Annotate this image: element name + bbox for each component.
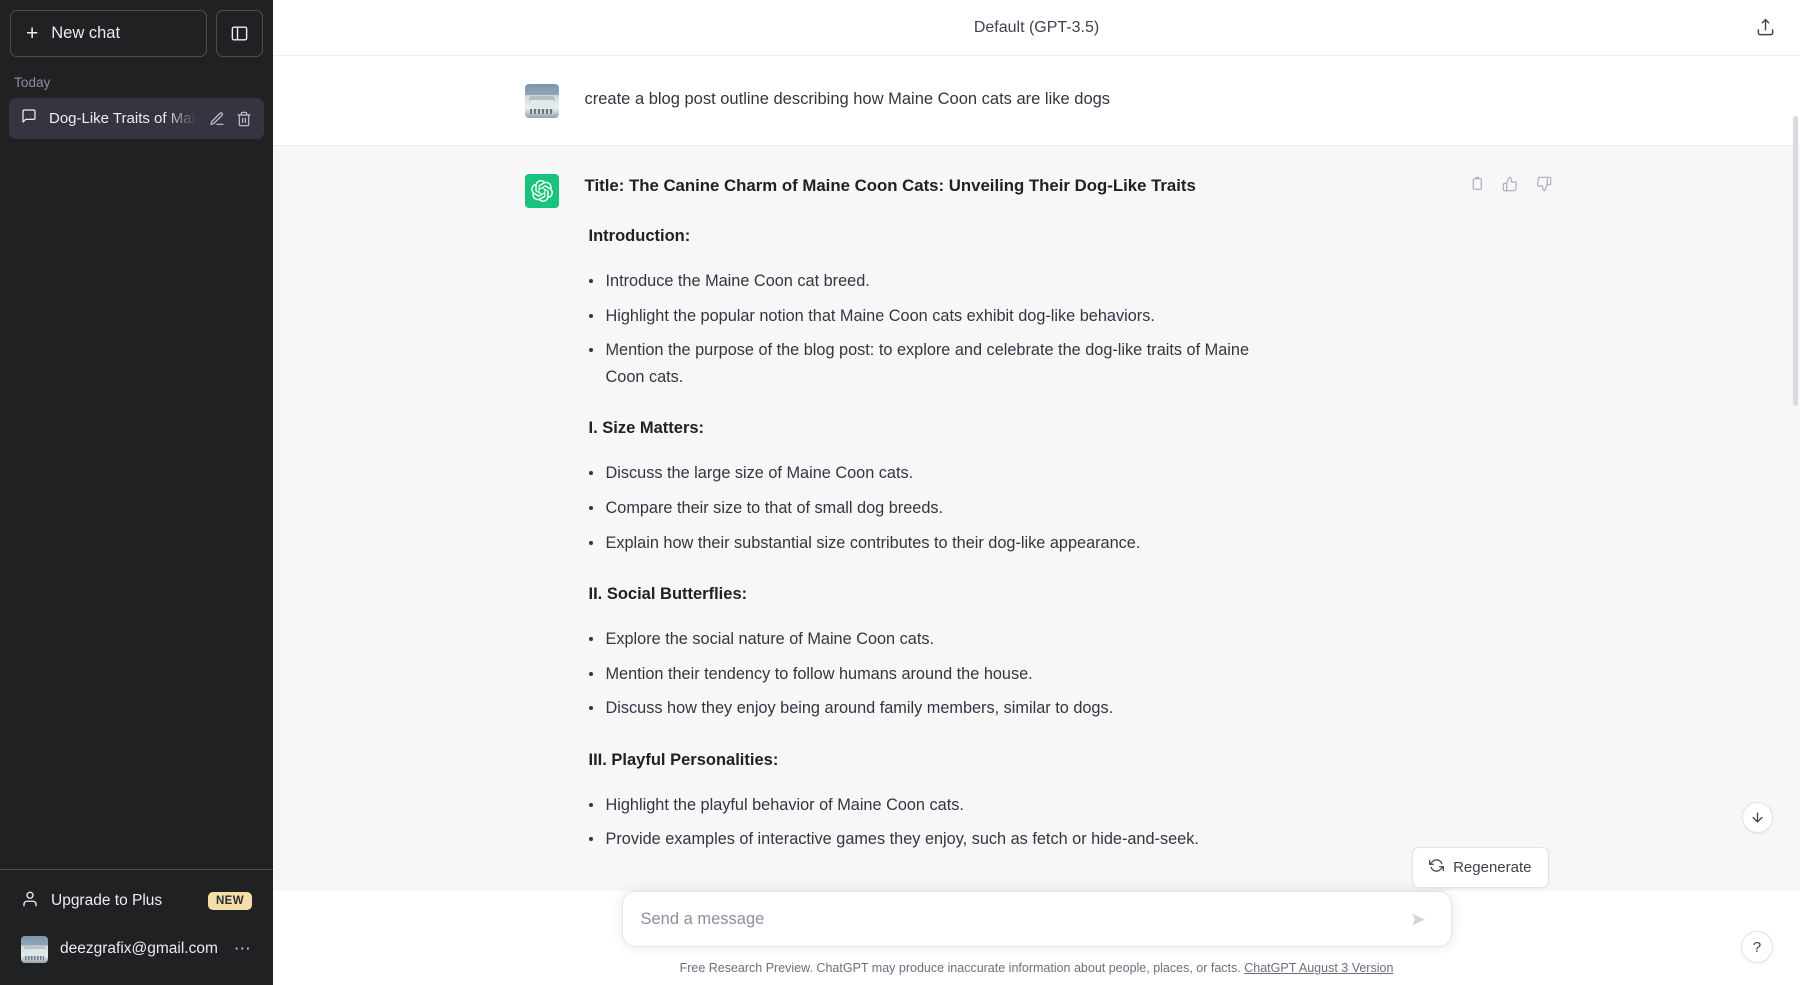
sidebar-spacer (0, 139, 273, 869)
user-message-text: create a blog post outline describing ho… (585, 83, 1549, 113)
chatgpt-logo-icon (525, 174, 559, 208)
composer-area: Regenerate Free Research Preview. ChatGP… (273, 891, 1800, 985)
disclaimer-text: Free Research Preview. ChatGPT may produ… (680, 961, 1241, 975)
assistant-message-actions (1463, 171, 1557, 197)
pencil-icon[interactable] (209, 111, 225, 127)
sidebar: + New chat Today Dog-Like Traits of Main (0, 0, 273, 985)
regenerate-label: Regenerate (1453, 859, 1531, 876)
list-item: Discuss how they enjoy being around fami… (585, 695, 1285, 722)
conversation-thread[interactable]: create a blog post outline describing ho… (273, 56, 1800, 891)
sidebar-top-actions: + New chat (0, 0, 273, 57)
plus-icon: + (26, 23, 38, 44)
trash-icon[interactable] (236, 111, 252, 127)
list-item: Highlight the playful behavior of Maine … (585, 792, 1285, 819)
arrow-down-icon[interactable] (1742, 802, 1773, 833)
chat-history-item[interactable]: Dog-Like Traits of Main (9, 98, 264, 139)
avatar (525, 84, 559, 118)
model-selector-title[interactable]: Default (GPT-3.5) (974, 19, 1099, 37)
help-button[interactable]: ? (1741, 931, 1773, 963)
send-arrow-icon[interactable] (1403, 903, 1435, 935)
top-bar: Default (GPT-3.5) (273, 0, 1800, 56)
copy-icon[interactable] (1463, 171, 1489, 197)
list-item: Mention their tendency to follow humans … (585, 661, 1285, 688)
chatgpt-app: + New chat Today Dog-Like Traits of Main (0, 0, 1800, 985)
ellipsis-icon[interactable]: ⋯ (234, 939, 252, 959)
section-heading: II. Social Butterflies: (585, 585, 1549, 604)
search-input[interactable] (641, 892, 1403, 946)
thumbs-down-icon[interactable] (1531, 171, 1557, 197)
section-heading: III. Playful Personalities: (585, 751, 1549, 770)
avatar (21, 936, 48, 963)
composer-center (273, 891, 1800, 947)
list-item: Explain how their substantial size contr… (585, 530, 1285, 557)
regenerate-button[interactable]: Regenerate (1412, 847, 1548, 888)
account-email: deezgrafix@gmail.com (60, 940, 218, 958)
chat-history-list: Dog-Like Traits of Main (0, 98, 273, 139)
list-item: Mention the purpose of the blog post: to… (585, 337, 1285, 390)
user-message: create a blog post outline describing ho… (273, 56, 1800, 145)
upgrade-to-plus-button[interactable]: Upgrade to Plus NEW (9, 877, 264, 925)
list-item: Compare their size to that of small dog … (585, 495, 1285, 522)
sidebar-section-label: Today (0, 57, 273, 98)
version-link[interactable]: ChatGPT August 3 Version (1244, 961, 1393, 975)
list-item: Explore the social nature of Maine Coon … (585, 626, 1285, 653)
upgrade-label: Upgrade to Plus (51, 892, 162, 910)
footer-disclaimer: Free Research Preview. ChatGPT may produ… (273, 947, 1800, 975)
new-chat-button[interactable]: + New chat (10, 10, 207, 57)
assistant-message-body: Title: The Canine Charm of Maine Coon Ca… (585, 173, 1549, 861)
thread-scrollbar[interactable] (1793, 116, 1798, 406)
new-badge: NEW (208, 892, 252, 910)
assistant-message: Title: The Canine Charm of Maine Coon Ca… (273, 145, 1800, 889)
assistant-title: Title: The Canine Charm of Maine Coon Ca… (585, 173, 1549, 198)
list-item: Discuss the large size of Maine Coon cat… (585, 460, 1285, 487)
section-bullet-list: Discuss the large size of Maine Coon cat… (585, 460, 1549, 556)
refresh-icon (1429, 858, 1444, 877)
person-icon (21, 890, 39, 913)
chat-history-item-title: Dog-Like Traits of Main (49, 110, 197, 127)
sidebar-toggle-icon[interactable] (216, 10, 263, 57)
section-bullet-list: Highlight the playful behavior of Maine … (585, 792, 1549, 853)
message-input-box[interactable] (622, 891, 1452, 947)
account-button[interactable]: deezgrafix@gmail.com ⋯ (9, 925, 264, 973)
chat-item-actions (209, 111, 252, 127)
section-bullet-list: Explore the social nature of Maine Coon … (585, 626, 1549, 722)
section-heading: Introduction: (585, 227, 1549, 246)
share-upload-icon[interactable] (1748, 11, 1782, 45)
list-item: Highlight the popular notion that Maine … (585, 303, 1285, 330)
main-panel: Default (GPT-3.5) create a blog post out… (273, 0, 1800, 985)
new-chat-label: New chat (51, 24, 120, 43)
section-heading: I. Size Matters: (585, 419, 1549, 438)
section-bullet-list: Introduce the Maine Coon cat breed. High… (585, 268, 1549, 390)
list-item: Introduce the Maine Coon cat breed. (585, 268, 1285, 295)
thumbs-up-icon[interactable] (1497, 171, 1523, 197)
speech-bubble-icon (21, 108, 37, 129)
sidebar-footer: Upgrade to Plus NEW deezgrafix@gmail.com… (0, 869, 273, 985)
